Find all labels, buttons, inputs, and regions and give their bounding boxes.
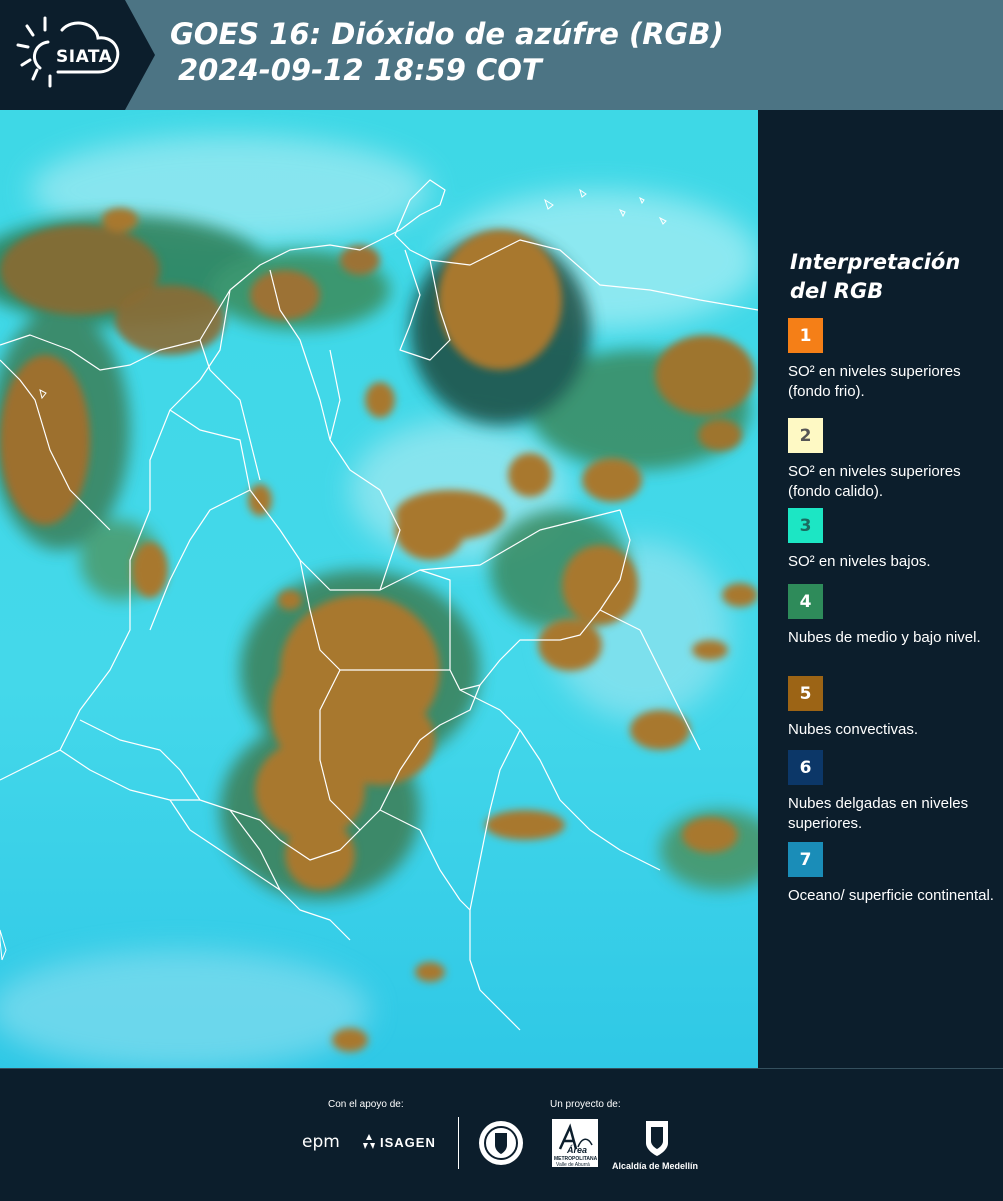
- satellite-map: [0, 110, 758, 1068]
- legend-swatch: 4: [788, 584, 823, 619]
- legend-description: SO² en niveles superiores (fondo calido)…: [788, 463, 961, 500]
- legend-swatch: 7: [788, 842, 823, 877]
- legend-item-3: 3 SO² en niveles bajos.: [788, 508, 998, 572]
- legend-item-7: 7 Oceano/ superficie continental.: [788, 842, 998, 906]
- legend-swatch: 1: [788, 318, 823, 353]
- legend-swatch: 2: [788, 418, 823, 453]
- epm-logo: epm: [302, 1132, 340, 1152]
- legend-description: SO² en niveles superiores (fondo frio).: [788, 363, 961, 400]
- footer: Con el apoyo de: Un proyecto de: epm ISA…: [0, 1068, 1003, 1201]
- legend-swatch: 5: [788, 676, 823, 711]
- header-bar: SIATA GOES 16: Dióxido de azúfre (RGB) 2…: [0, 0, 1003, 110]
- legend-description: SO² en niveles bajos.: [788, 553, 931, 570]
- rgb-legend: Interpretación del RGB 1 SO² en niveles s…: [760, 110, 1003, 1068]
- legend-item-6: 6 Nubes delgadas en niveles superiores.: [788, 750, 998, 834]
- legend-title: Interpretación del RGB: [790, 250, 961, 303]
- support-label: Con el apoyo de:: [328, 1099, 404, 1110]
- project-label: Un proyecto de:: [550, 1099, 621, 1110]
- legend-swatch: 6: [788, 750, 823, 785]
- legend-description: Oceano/ superficie continental.: [788, 887, 994, 904]
- legend-item-5: 5 Nubes convectivas.: [788, 676, 998, 740]
- siata-logo-label: SIATA: [56, 47, 113, 67]
- legend-item-4: 4 Nubes de medio y bajo nivel.: [788, 584, 998, 648]
- satellite-image: [0, 110, 758, 1068]
- area-logo-name: Área: [567, 1145, 588, 1155]
- divider: [458, 1117, 459, 1169]
- legend-item-2: 2 SO² en niveles superiores (fondo calido…: [788, 418, 998, 502]
- page-title: GOES 16: Dióxido de azúfre (RGB) 2024-09…: [170, 16, 724, 88]
- legend-description: Nubes de medio y bajo nivel.: [788, 629, 981, 646]
- isagen-logo: ISAGEN: [380, 1135, 436, 1150]
- legend-swatch: 3: [788, 508, 823, 543]
- isagen-icon: [363, 1134, 375, 1149]
- alcaldia-shield-icon: [646, 1121, 668, 1156]
- title-timestamp: 2024-09-12 18:59 COT: [178, 53, 542, 87]
- legend-item-1: 1 SO² en niveles superiores (fondo frio).: [788, 318, 998, 402]
- alcaldia-label: Alcaldía de Medellín: [612, 1161, 699, 1171]
- legend-description: Nubes convectivas.: [788, 721, 919, 738]
- area-logo-sub2: Valle de Aburrá: [556, 1162, 590, 1168]
- title-product: GOES 16: Dióxido de azúfre (RGB): [170, 17, 724, 51]
- medellin-seal-icon: [479, 1121, 523, 1165]
- legend-description: Nubes delgadas en niveles superiores.: [788, 795, 969, 832]
